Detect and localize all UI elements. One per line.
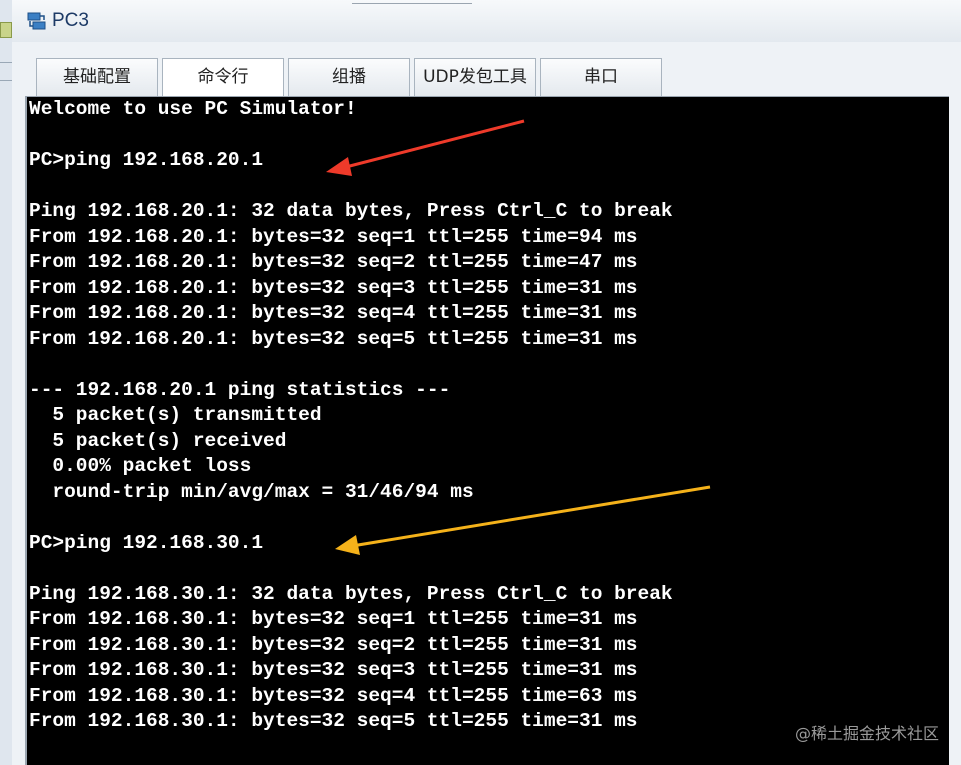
command-line-terminal[interactable]: Welcome to use PC Simulator! PC>ping 192.… <box>25 96 949 765</box>
tab-multicast[interactable]: 组播 <box>288 58 410 96</box>
terminal-line: Welcome to use PC Simulator! <box>29 98 357 120</box>
terminal-line: From 192.168.30.1: bytes=32 seq=1 ttl=25… <box>29 608 638 630</box>
tab-command-line[interactable]: 命令行 <box>162 58 284 96</box>
terminal-line: From 192.168.20.1: bytes=32 seq=1 ttl=25… <box>29 225 638 248</box>
divider <box>352 0 472 4</box>
terminal-output: Welcome to use PC Simulator! PC>ping 192.… <box>29 97 673 735</box>
window-title: PC3 <box>52 10 89 31</box>
terminal-line: --- 192.168.20.1 ping statistics --- <box>29 378 451 401</box>
terminal-line: round-trip min/avg/max = 31/46/94 ms <box>29 480 474 503</box>
tab-serial-port[interactable]: 串口 <box>540 58 662 96</box>
tab-udp-tool[interactable]: UDP发包工具 <box>414 58 536 96</box>
terminal-line: 5 packet(s) received <box>29 429 287 452</box>
terminal-line: From 192.168.20.1: bytes=32 seq=2 ttl=25… <box>29 251 638 273</box>
network-pc-icon <box>26 10 48 32</box>
terminal-line: From 192.168.30.1: bytes=32 seq=3 ttl=25… <box>29 659 638 681</box>
terminal-line: From 192.168.30.1: bytes=32 seq=4 ttl=25… <box>29 684 638 707</box>
divider <box>0 62 12 63</box>
tab-basic-config[interactable]: 基础配置 <box>36 58 158 96</box>
terminal-line: PC>ping 192.168.30.1 <box>29 531 264 554</box>
window-titlebar[interactable]: PC3 <box>12 0 961 43</box>
terminal-line: From 192.168.20.1: bytes=32 seq=5 ttl=25… <box>29 327 638 350</box>
terminal-line: Ping 192.168.30.1: 32 data bytes, Press … <box>29 582 673 605</box>
watermark: @稀土掘金技术社区 <box>794 724 939 743</box>
terminal-line: Ping 192.168.20.1: 32 data bytes, Press … <box>29 200 673 222</box>
terminal-line: PC>ping 192.168.20.1 <box>29 149 264 171</box>
terminal-line: From 192.168.30.1: bytes=32 seq=2 ttl=25… <box>29 633 638 656</box>
tab-bar: 基础配置 命令行 组播 UDP发包工具 串口 <box>12 42 961 96</box>
background-app-icon <box>0 22 12 38</box>
terminal-line: From 192.168.30.1: bytes=32 seq=5 ttl=25… <box>29 710 638 732</box>
terminal-line: 0.00% packet loss <box>29 455 252 477</box>
divider <box>0 80 12 81</box>
terminal-line: 5 packet(s) transmitted <box>29 404 322 426</box>
terminal-line: From 192.168.20.1: bytes=32 seq=4 ttl=25… <box>29 302 638 324</box>
terminal-line: From 192.168.20.1: bytes=32 seq=3 ttl=25… <box>29 276 638 299</box>
